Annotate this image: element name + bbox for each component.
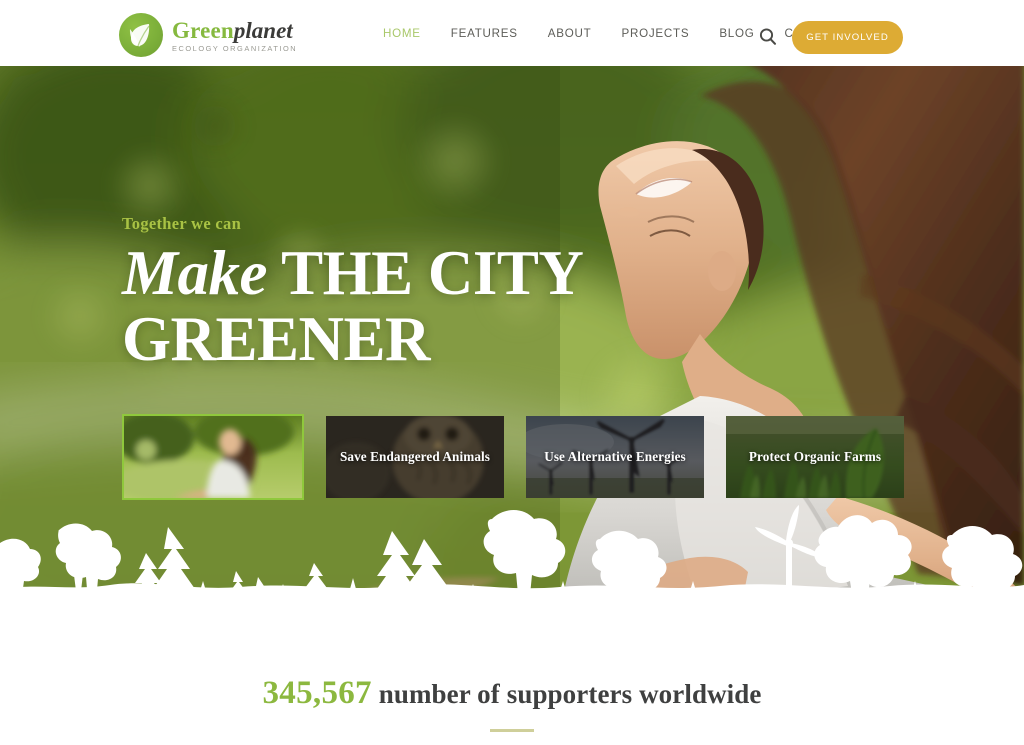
nav-item-projects[interactable]: PROJECTS (606, 27, 704, 40)
thumbnail-caption: Protect Organic Farms (748, 449, 882, 464)
get-involved-button[interactable]: GET INVOLVED (792, 21, 903, 54)
search-icon[interactable] (757, 26, 779, 48)
thumbnail-card-farms[interactable]: Protect Organic Farms (726, 416, 904, 498)
supporters-count: 345,567 (262, 675, 372, 711)
leaf-circle-icon (119, 13, 163, 57)
logo-name-dark: planet (233, 18, 293, 43)
thumbnail-card-active[interactable] (122, 414, 304, 500)
hero-headline: Make THE CITY GREENER (122, 238, 584, 374)
hero-eyebrow: Together we can (122, 214, 242, 233)
supporters-line: 345,567 number of supporters worldwide (263, 675, 762, 712)
thumbnail-caption: Use Alternative Energies (544, 449, 686, 464)
nav-item-home[interactable]: HOME (368, 27, 436, 40)
hero-copy: Together we can Make THE CITY GREENER (122, 214, 584, 374)
nav-item-about[interactable]: ABOUT (533, 27, 607, 40)
thumbnail-overlay (124, 416, 302, 498)
supporters-section: 345,567 number of supporters worldwide (0, 613, 1024, 745)
hero-section: Together we can Make THE CITY GREENER Sa… (0, 66, 1024, 613)
nav-item-features[interactable]: FEATURES (436, 27, 533, 40)
thumbnail-caption: Save Endangered Animals (339, 449, 491, 464)
logo[interactable]: Greenplanet ECOLOGY ORGANIZATION (119, 13, 297, 57)
hero-headline-italic: Make (122, 238, 267, 308)
logo-text: Greenplanet ECOLOGY ORGANIZATION (172, 17, 297, 53)
thumbnail-card-energy[interactable]: Use Alternative Energies (526, 416, 704, 498)
logo-name-green: Green (172, 18, 234, 43)
tree-silhouette-band (0, 505, 1024, 613)
logo-tagline: ECOLOGY ORGANIZATION (172, 44, 298, 53)
hero-headline-line2: GREENER (122, 304, 431, 374)
thumbnail-card-animals[interactable]: Save Endangered Animals (326, 416, 504, 498)
supporters-divider (490, 729, 534, 732)
supporters-label: number of supporters worldwide (371, 679, 762, 709)
site-header: Greenplanet ECOLOGY ORGANIZATION HOME FE… (0, 0, 1024, 66)
hero-headline-rest: THE CITY (266, 238, 584, 308)
